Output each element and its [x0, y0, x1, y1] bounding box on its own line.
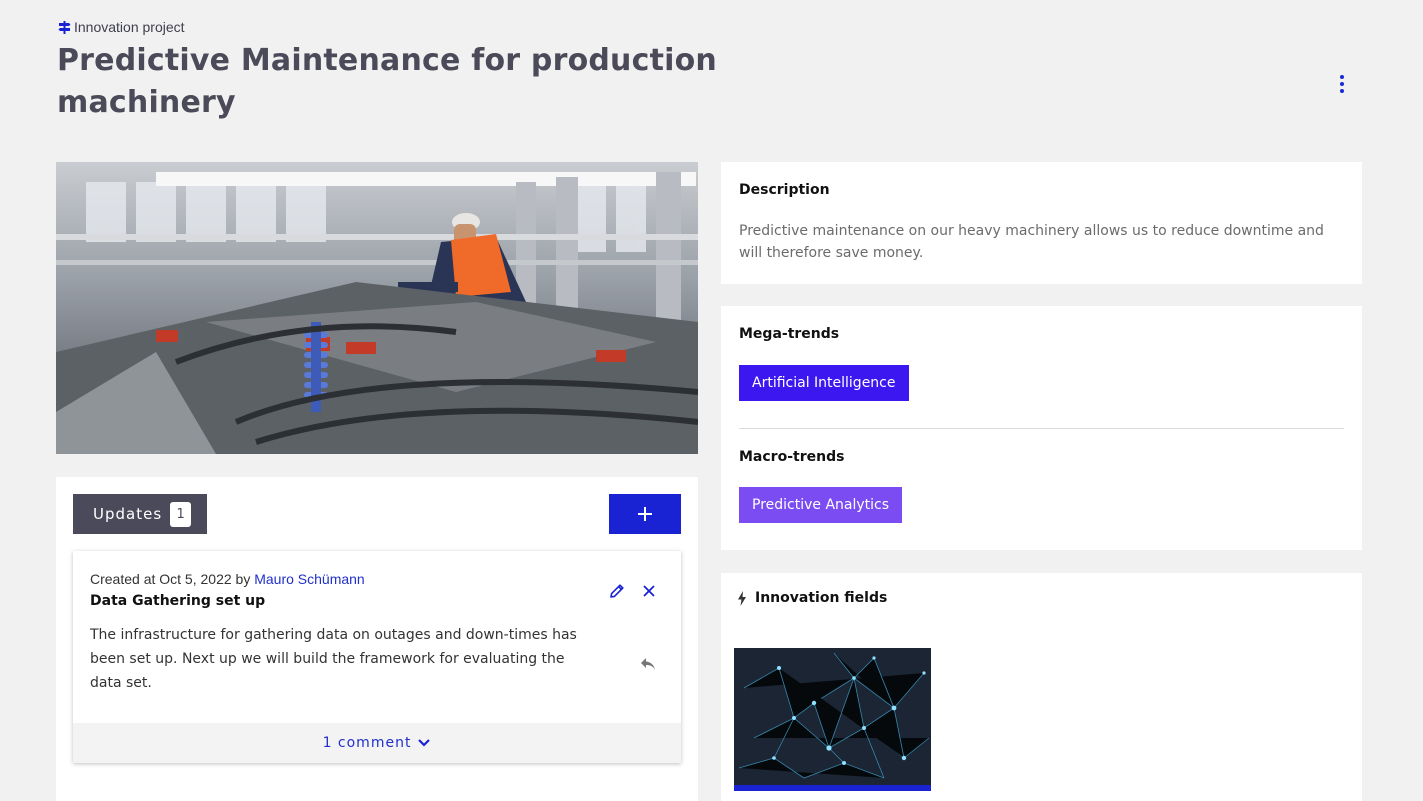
signpost-icon	[58, 20, 71, 34]
project-hero-image	[56, 162, 698, 454]
reply-icon[interactable]	[639, 656, 657, 672]
updates-tab[interactable]: Updates 1	[73, 494, 207, 534]
close-icon[interactable]	[640, 582, 658, 600]
comments-label: 1 comment	[322, 735, 412, 751]
project-type-label: Innovation project	[58, 19, 185, 35]
comments-toggle[interactable]: 1 comment	[73, 723, 681, 763]
updates-panel: Updates 1 Created at Oct 5, 2022 by Maur…	[56, 477, 698, 801]
project-type-text: Innovation project	[74, 19, 185, 35]
innovation-fields-heading: Innovation fields	[755, 590, 888, 606]
edit-icon[interactable]	[608, 582, 626, 600]
update-author-link[interactable]: Mauro Schümann	[254, 571, 365, 587]
network-image	[734, 648, 931, 785]
description-card: Description Predictive maintenance on ou…	[721, 162, 1362, 284]
more-options-button[interactable]	[1332, 72, 1352, 96]
description-heading: Description	[739, 182, 830, 198]
innovation-fields-card: Innovation fields	[721, 573, 1362, 801]
plus-icon	[638, 507, 652, 521]
mega-trend-tag[interactable]: Artificial Intelligence	[739, 365, 909, 401]
innovation-field-tile[interactable]	[734, 648, 931, 801]
updates-count-badge: 1	[170, 501, 192, 527]
update-item: Created at Oct 5, 2022 by Mauro Schümann…	[73, 551, 681, 763]
bolt-icon	[738, 590, 746, 606]
network-graphic	[734, 648, 931, 785]
add-update-button[interactable]	[609, 494, 681, 534]
page-title: Predictive Maintenance for production ma…	[57, 43, 717, 120]
innovation-fields-header: Innovation fields	[737, 590, 887, 606]
chevron-down-icon	[418, 739, 431, 747]
divider	[739, 428, 1344, 429]
macro-trends-heading: Macro-trends	[739, 449, 845, 465]
trends-card: Mega-trends Artificial Intelligence Macr…	[721, 306, 1362, 550]
updates-tab-label: Updates	[93, 505, 163, 523]
update-created-text: Created at Oct 5, 2022 by	[90, 571, 251, 587]
tile-accent-bar	[734, 785, 931, 791]
macro-trend-tag[interactable]: Predictive Analytics	[739, 487, 903, 523]
description-text: Predictive maintenance on our heavy mach…	[739, 223, 1324, 261]
update-meta: Created at Oct 5, 2022 by Mauro Schümann	[90, 571, 365, 587]
update-title: Data Gathering set up	[90, 593, 266, 609]
factory-photo	[56, 162, 698, 454]
more-vertical-icon	[1340, 75, 1344, 79]
update-body: The infrastructure for gathering data on…	[90, 627, 577, 691]
more-vertical-icon-dot	[1340, 82, 1344, 86]
mega-trends-heading: Mega-trends	[739, 326, 840, 342]
more-vertical-icon-dot	[1340, 89, 1344, 93]
